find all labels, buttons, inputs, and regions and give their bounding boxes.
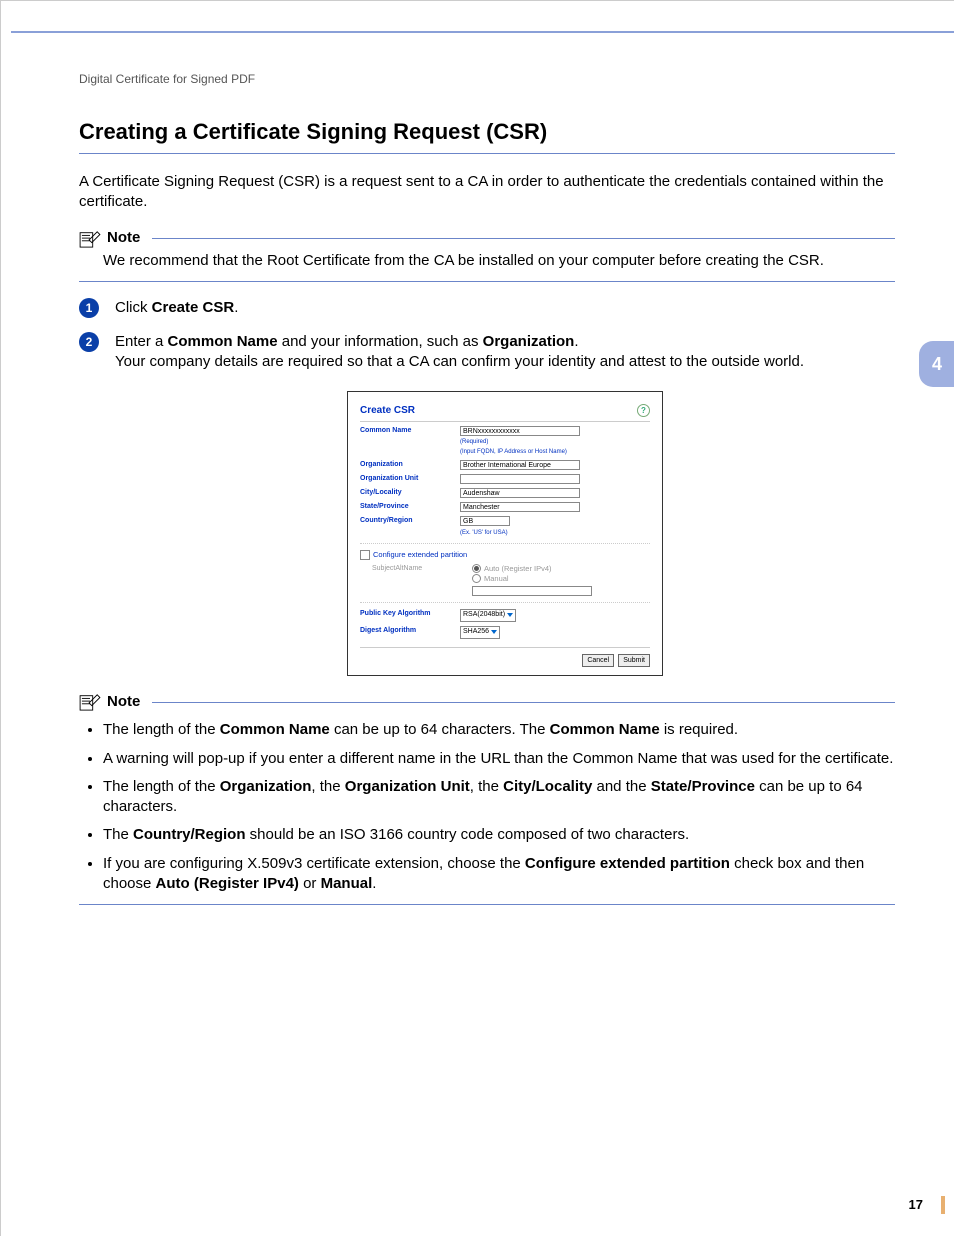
bullet-5: If you are configuring X.509v3 certifica… xyxy=(103,854,895,895)
page-number: 17 xyxy=(909,1197,923,1212)
bullet-3: The length of the Organization, the Orga… xyxy=(103,777,895,818)
step2-b2: Organization xyxy=(483,333,575,350)
step-2: Enter a Common Name and your information… xyxy=(79,332,895,676)
bullet-2: A warning will pop-up if you enter a dif… xyxy=(103,749,895,769)
organization-input[interactable]: Brother International Europe xyxy=(460,460,580,470)
note-rule xyxy=(152,702,895,703)
help-icon[interactable]: ? xyxy=(637,404,650,417)
note-label: Note xyxy=(107,228,140,248)
ext-partition-label: Configure extended partition xyxy=(373,550,467,559)
step2-b1: Common Name xyxy=(168,333,278,350)
state-label: State/Province xyxy=(360,502,460,511)
pka-select[interactable]: RSA(2048bit) xyxy=(460,609,516,622)
org-unit-input[interactable] xyxy=(460,474,580,484)
note-icon xyxy=(79,230,101,248)
embedded-screenshot: Create CSR ? Common Name BRNxxxxxxxxxxxx… xyxy=(347,391,663,676)
san-manual-radio[interactable] xyxy=(472,574,481,583)
chapter-tab: 4 xyxy=(919,341,954,387)
san-manual-label: Manual xyxy=(484,574,509,583)
page-number-bar xyxy=(941,1196,945,1214)
digest-select[interactable]: SHA256 xyxy=(460,626,500,639)
org-unit-label: Organization Unit xyxy=(360,474,460,483)
embedded-separator xyxy=(360,543,650,544)
submit-button[interactable]: Submit xyxy=(618,654,650,667)
common-name-label: Common Name xyxy=(360,426,460,435)
top-rule xyxy=(11,31,954,33)
step1-post: . xyxy=(234,299,238,316)
step1-bold: Create CSR xyxy=(152,299,235,316)
common-name-hint1: (Required) xyxy=(460,439,488,445)
step2-post: . xyxy=(574,333,578,350)
step-1: Click Create CSR. xyxy=(79,298,895,318)
note-body: We recommend that the Root Certificate f… xyxy=(79,251,895,271)
note-rule xyxy=(152,238,895,239)
bullet-1: The length of the Common Name can be up … xyxy=(103,720,895,740)
common-name-hint2: (Input FQDN, IP Address or Host Name) xyxy=(460,449,567,455)
step2-mid: and your information, such as xyxy=(278,333,483,350)
common-name-input[interactable]: BRNxxxxxxxxxxxx xyxy=(460,426,580,436)
country-hint: (Ex. 'US' for USA) xyxy=(460,530,508,536)
state-input[interactable]: Manchester xyxy=(460,502,580,512)
page: Digital Certificate for Signed PDF Creat… xyxy=(0,0,954,1236)
note-block-2: Note The length of the Common Name can b… xyxy=(79,692,895,905)
steps-list: Click Create CSR. Enter a Common Name an… xyxy=(79,298,895,676)
san-auto-label: Auto (Register IPv4) xyxy=(484,564,552,573)
embedded-title: Create CSR xyxy=(360,404,415,418)
breadcrumb: Digital Certificate for Signed PDF xyxy=(79,71,895,87)
san-manual-input[interactable] xyxy=(472,586,592,596)
note-bottom-rule xyxy=(79,281,895,282)
page-title: Creating a Certificate Signing Request (… xyxy=(79,117,895,154)
city-input[interactable]: Audenshaw xyxy=(460,488,580,498)
note-bottom-rule xyxy=(79,904,895,905)
san-label: SubjectAltName xyxy=(360,564,472,573)
step1-pre: Click xyxy=(115,299,152,316)
country-input[interactable]: GB xyxy=(460,516,510,526)
country-label: Country/Region xyxy=(360,516,460,525)
city-label: City/Locality xyxy=(360,488,460,497)
note-icon xyxy=(79,693,101,711)
step2-line2: Your company details are required so tha… xyxy=(115,353,804,370)
cancel-button[interactable]: Cancel xyxy=(582,654,614,667)
embedded-separator-2 xyxy=(360,602,650,603)
step2-pre: Enter a xyxy=(115,333,168,350)
organization-label: Organization xyxy=(360,460,460,469)
pka-label: Public Key Algorithm xyxy=(360,609,460,618)
note-block-1: Note We recommend that the Root Certific… xyxy=(79,228,895,282)
san-auto-radio[interactable] xyxy=(472,564,481,573)
content: Digital Certificate for Signed PDF Creat… xyxy=(1,1,954,961)
note2-bullets: The length of the Common Name can be up … xyxy=(79,720,895,894)
digest-label: Digest Algorithm xyxy=(360,626,460,635)
intro-text: A Certificate Signing Request (CSR) is a… xyxy=(79,172,895,213)
ext-partition-checkbox[interactable] xyxy=(360,550,370,560)
bullet-4: The Country/Region should be an ISO 3166… xyxy=(103,825,895,845)
note-label: Note xyxy=(107,692,140,712)
